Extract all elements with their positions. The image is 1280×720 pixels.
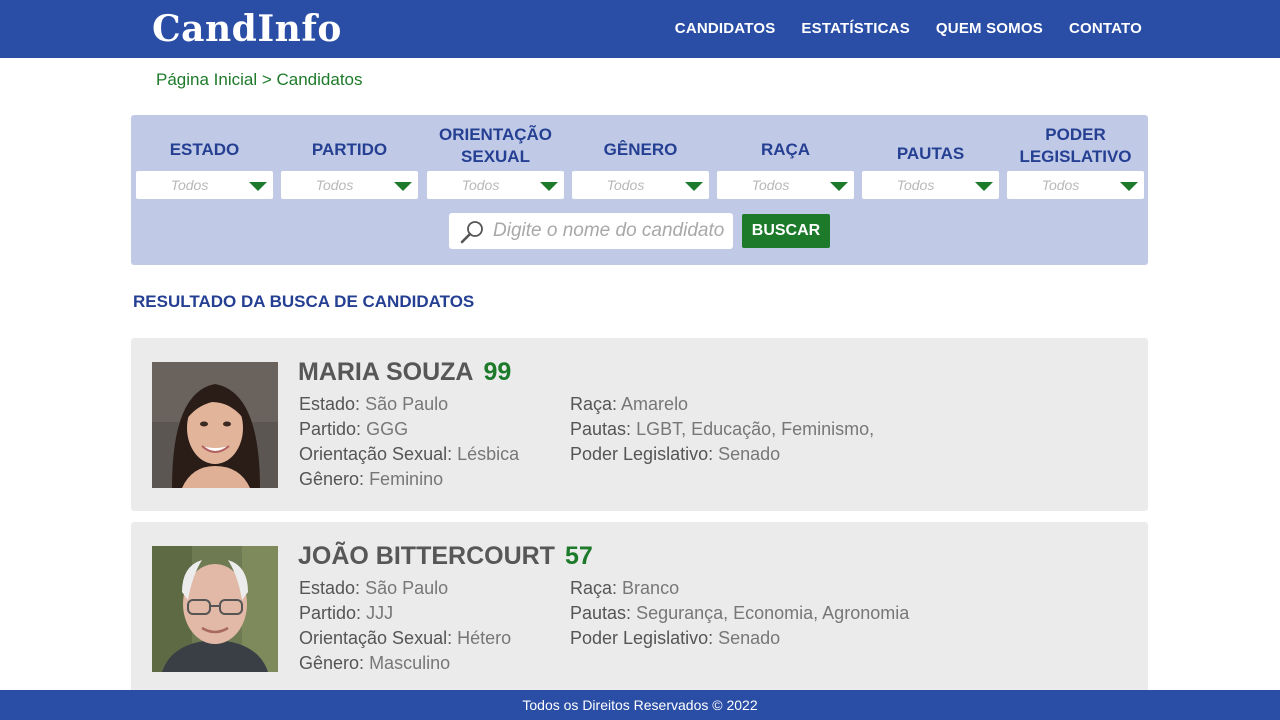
candidate-details-left: Estado: São Paulo Partido: JJJ Orientaçã… [299, 576, 511, 676]
main-nav: CANDIDATOS ESTATÍSTICAS QUEM SOMOS CONTA… [675, 20, 1142, 37]
chevron-down-icon [394, 182, 412, 191]
detail-poder-legislativo: Poder Legislativo: Senado [570, 444, 781, 464]
detail-key: Gênero [299, 469, 360, 489]
detail-value: Lésbica [457, 444, 520, 464]
detail-orientacao: Orientação Sexual: Hétero [299, 628, 512, 648]
search-icon [460, 221, 483, 244]
candidate-name[interactable]: JOÃO BITTERCOURT 57 [298, 542, 593, 571]
detail-value: LGBT, Educação, Feminismo, [636, 419, 875, 439]
filter-panel: ESTADO Todos PARTIDO Todos ORIENTAÇÃO SE… [131, 115, 1148, 265]
orientacao-sexual-select[interactable]: Todos [427, 171, 564, 199]
candidate-name[interactable]: MARIA SOUZA 99 [298, 358, 511, 387]
detail-value: GGG [366, 419, 409, 439]
select-value: Todos [896, 177, 935, 193]
detail-value: Feminino [369, 469, 444, 489]
nav-contato[interactable]: CONTATO [1069, 20, 1142, 37]
filter-label: PODER LEGISLATIVO [1019, 125, 1132, 166]
detail-estado: Estado: São Paulo [299, 578, 449, 598]
candidate-card[interactable]: MARIA SOUZA 99 Estado: São Paulo Partido:… [131, 338, 1148, 511]
filter-label: PAUTAS [896, 144, 965, 163]
chevron-down-icon [975, 182, 993, 191]
detail-pautas: Pautas: LGBT, Educação, Feminismo, [570, 419, 875, 439]
detail-pautas: Pautas: Segurança, Economia, Agronomia [570, 603, 910, 623]
select-value: Todos [751, 177, 790, 193]
chevron-down-icon [249, 182, 267, 191]
detail-key: Poder Legislativo [570, 628, 709, 648]
candidate-number: 57 [564, 542, 593, 570]
candidate-name-text: MARIA SOUZA [298, 358, 474, 386]
select-value: Todos [315, 177, 354, 193]
detail-value: Amarelo [621, 394, 689, 414]
detail-value: Hétero [457, 628, 512, 648]
chevron-down-icon [830, 182, 848, 191]
candidate-details-left: Estado: São Paulo Partido: GGG Orientaçã… [299, 392, 519, 492]
chevron-down-icon [1120, 182, 1138, 191]
detail-value: Masculino [369, 653, 451, 673]
nav-candidatos[interactable]: CANDIDATOS [675, 20, 776, 37]
detail-value: São Paulo [365, 394, 449, 414]
select-value: Todos [606, 177, 645, 193]
nav-estatisticas[interactable]: ESTATÍSTICAS [801, 20, 910, 37]
detail-orientacao: Orientação Sexual: Lésbica [299, 444, 520, 464]
detail-key: Poder Legislativo [570, 444, 709, 464]
filter-label: PARTIDO [311, 140, 388, 159]
results-title: RESULTADO DA BUSCA DE CANDIDATOS [133, 292, 475, 311]
detail-raca: Raça: Amarelo [570, 394, 689, 414]
select-value: Todos [170, 177, 209, 193]
detail-genero: Gênero: Masculino [299, 653, 451, 673]
candidate-details-right: Raça: Branco Pautas: Segurança, Economia… [570, 576, 909, 651]
detail-partido: Partido: GGG [299, 419, 409, 439]
poder-legislativo-select[interactable]: Todos [1007, 171, 1144, 199]
search-button[interactable]: BUSCAR [742, 214, 830, 248]
filter-label: GÊNERO [603, 140, 678, 159]
candidate-details-right: Raça: Amarelo Pautas: LGBT, Educação, Fe… [570, 392, 874, 467]
candidate-card[interactable]: JOÃO BITTERCOURT 57 Estado: São Paulo Par… [131, 522, 1148, 695]
detail-key: Gênero [299, 653, 360, 673]
detail-value: Senado [718, 444, 781, 464]
filter-label: RAÇA [760, 140, 811, 159]
select-value: Todos [1041, 177, 1080, 193]
candidate-search-input[interactable] [493, 217, 729, 245]
detail-value: Branco [622, 578, 680, 598]
detail-key: Orientação Sexual [299, 444, 448, 464]
detail-key: Estado [299, 578, 356, 598]
detail-raca: Raça: Branco [570, 578, 680, 598]
detail-genero: Gênero: Feminino [299, 469, 444, 489]
genero-select[interactable]: Todos [572, 171, 709, 199]
top-navbar: CandInfo CANDIDATOS ESTATÍSTICAS QUEM SO… [0, 0, 1280, 58]
chevron-down-icon [685, 182, 703, 191]
detail-key: Orientação Sexual [299, 628, 448, 648]
detail-key: Partido [299, 603, 357, 623]
detail-key: Pautas [570, 603, 627, 623]
search-box [449, 213, 733, 249]
chevron-down-icon [540, 182, 558, 191]
detail-value: Senado [718, 628, 781, 648]
detail-estado: Estado: São Paulo [299, 394, 449, 414]
detail-value: Segurança, Economia, Agronomia [636, 603, 910, 623]
filter-label: ORIENTAÇÃO SEXUAL [438, 125, 552, 166]
candidate-photo [152, 362, 278, 488]
detail-key: Raça [570, 578, 613, 598]
site-logo[interactable]: CandInfo [152, 8, 342, 50]
detail-key: Estado [299, 394, 356, 414]
detail-value: JJJ [366, 603, 394, 623]
breadcrumb[interactable]: Página Inicial > Candidatos [156, 70, 363, 90]
partido-select[interactable]: Todos [281, 171, 418, 199]
candidate-number: 99 [483, 358, 512, 386]
detail-poder-legislativo: Poder Legislativo: Senado [570, 628, 781, 648]
candidate-name-text: JOÃO BITTERCOURT [298, 542, 555, 570]
nav-quem-somos[interactable]: QUEM SOMOS [936, 20, 1043, 37]
detail-partido: Partido: JJJ [299, 603, 394, 623]
pautas-select[interactable]: Todos [862, 171, 999, 199]
detail-key: Partido [299, 419, 357, 439]
estado-select[interactable]: Todos [136, 171, 273, 199]
footer: Todos os Direitos Reservados © 2022 [0, 690, 1280, 720]
detail-value: São Paulo [365, 578, 449, 598]
detail-key: Pautas [570, 419, 627, 439]
select-value: Todos [461, 177, 500, 193]
detail-key: Raça [570, 394, 613, 414]
candidate-photo [152, 546, 278, 672]
raca-select[interactable]: Todos [717, 171, 854, 199]
filter-label: ESTADO [169, 140, 240, 159]
